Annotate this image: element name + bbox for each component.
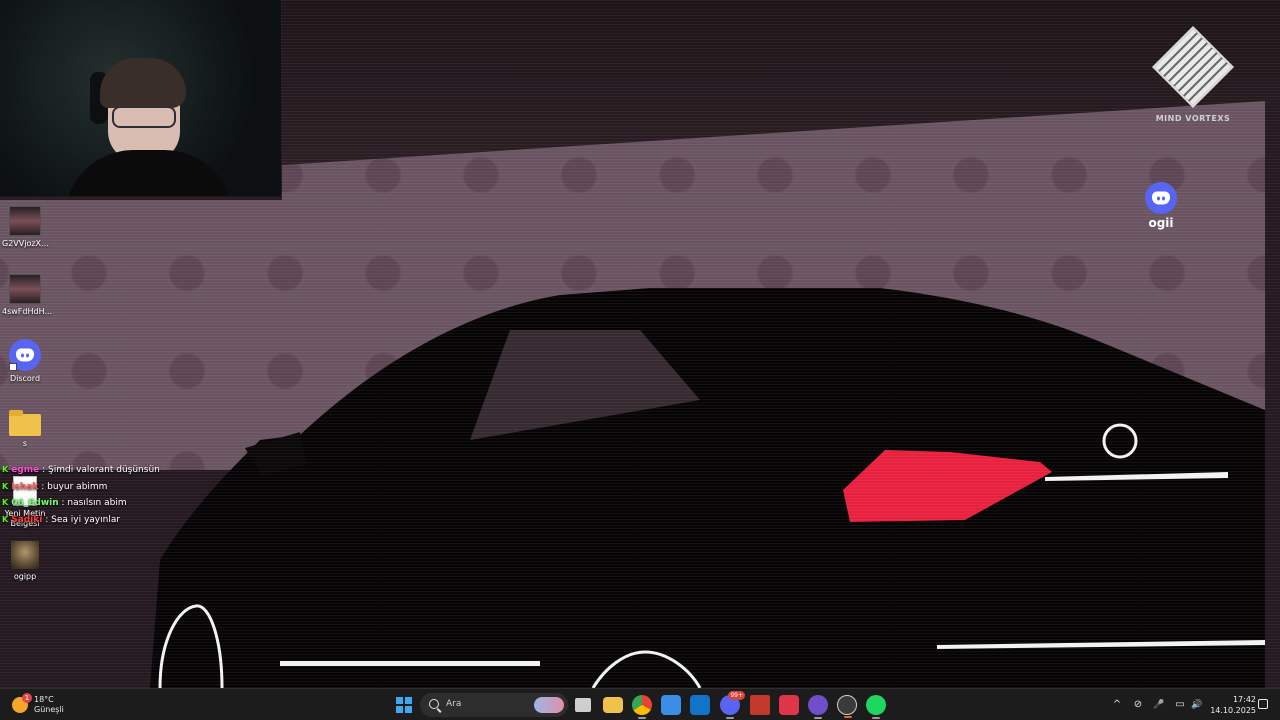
discord-icon (1145, 182, 1177, 214)
network-off-icon[interactable]: ⊘ (1131, 697, 1145, 713)
kick-badge-icon: K (2, 465, 9, 474)
weather-alert-badge: 1 (22, 693, 32, 703)
desktop-icon-label: ogipp (13, 572, 37, 581)
notification-center-icon[interactable] (1258, 699, 1268, 709)
task-view-icon[interactable] (575, 698, 591, 712)
chat-username: Sadiki (11, 514, 43, 525)
taskbar-search[interactable]: Ara (420, 693, 568, 717)
recording-icon[interactable] (837, 695, 857, 718)
desktop-icon-label: G2VVjozX... (2, 239, 49, 248)
taskbar: 1 18°C Güneşli Ara 99+ ^ ⊘ 🎤 ▭ 🔊 17:42 1… (0, 688, 1280, 720)
start-button[interactable] (396, 697, 412, 713)
discord-icon (9, 339, 41, 371)
stream-chat: Kegme : Şimdi valorant düşünsün K Ishak :… (2, 462, 160, 528)
chat-username: 06_Edwin (11, 498, 59, 508)
chat-username: egme (11, 465, 40, 475)
taskbar-clock[interactable]: 17:42 14.10.2025 (1208, 694, 1256, 716)
desktop-icon-folder[interactable]: s (2, 410, 48, 449)
folder-icon (9, 410, 41, 436)
chat-message: K Sadiki : Sea iyi yayınlar (2, 512, 160, 529)
chat-message: Kegme : Şimdi valorant düşünsün (2, 462, 160, 479)
desktop-icon-image[interactable]: ogipp (2, 541, 48, 582)
chat-text: Sea iyi yayınlar (51, 514, 121, 525)
webcam-overlay (0, 0, 281, 196)
kick-badge-icon: K (2, 514, 9, 524)
video-thumbnail-icon (9, 274, 41, 304)
clock-date: 14.10.2025 (1210, 706, 1256, 715)
desktop-icon-label: Discord (9, 374, 41, 383)
volume-icon[interactable]: 🔊 (1190, 697, 1204, 713)
search-highlight-icon (534, 697, 564, 713)
discord-overlay: ogii (1143, 182, 1179, 230)
glasses-shape (112, 106, 176, 128)
search-placeholder: Ara (446, 699, 462, 709)
chat-text: nasılsın abim (67, 498, 127, 508)
search-icon (429, 699, 439, 709)
wincc-icon[interactable] (750, 695, 770, 715)
chat-message: K Ishak : buyur abimm (2, 479, 160, 496)
video-thumbnail-icon (9, 206, 41, 236)
brand-diamond-icon (1151, 25, 1235, 109)
clock-time: 17:42 (1232, 695, 1256, 704)
discord-username: ogii (1148, 216, 1174, 230)
valorant-icon[interactable] (779, 695, 799, 715)
show-hidden-icons-icon[interactable]: ^ (1110, 697, 1124, 713)
mind-vortexs-logo: MIND VORTEXS (1151, 25, 1235, 123)
kick-badge-icon: K (2, 481, 9, 491)
desktop-icon-video-1[interactable]: G2VVjozX... (2, 206, 49, 249)
chrome-icon[interactable] (632, 695, 652, 719)
brand-text: MIND VORTEXS (1155, 114, 1231, 123)
obs-studio-icon[interactable] (808, 695, 828, 719)
display-icon[interactable]: ▭ (1173, 697, 1187, 713)
chat-text: Şimdi valorant düşünsün (48, 465, 160, 475)
microphone-icon[interactable]: 🎤 (1152, 697, 1166, 713)
spotify-icon[interactable] (866, 695, 886, 719)
chat-message: K 06_Edwin : nasılsın abim (2, 495, 160, 512)
chat-text: buyur abimm (47, 481, 108, 492)
shortcut-arrow-icon (9, 363, 17, 371)
desktop-icon-label: 4swFdHdH... (2, 307, 53, 316)
weather-temp: 18°C (34, 695, 54, 704)
notification-badge: 99+ (728, 691, 745, 700)
desktop-icon-video-2[interactable]: 4swFdHdH... (2, 274, 53, 317)
chat-username: Ishak (11, 481, 39, 492)
kick-badge-icon: K (2, 498, 9, 507)
store-icon[interactable] (661, 695, 681, 715)
image-file-icon (11, 541, 39, 569)
desktop-icon-discord[interactable]: Discord (2, 339, 48, 384)
file-explorer-icon[interactable] (603, 697, 623, 713)
outlook-icon[interactable] (690, 695, 710, 715)
discord-taskbar-icon[interactable]: 99+ (720, 691, 745, 719)
weather-desc: Güneşli (34, 705, 64, 714)
desktop-icon-label: s (22, 439, 28, 448)
